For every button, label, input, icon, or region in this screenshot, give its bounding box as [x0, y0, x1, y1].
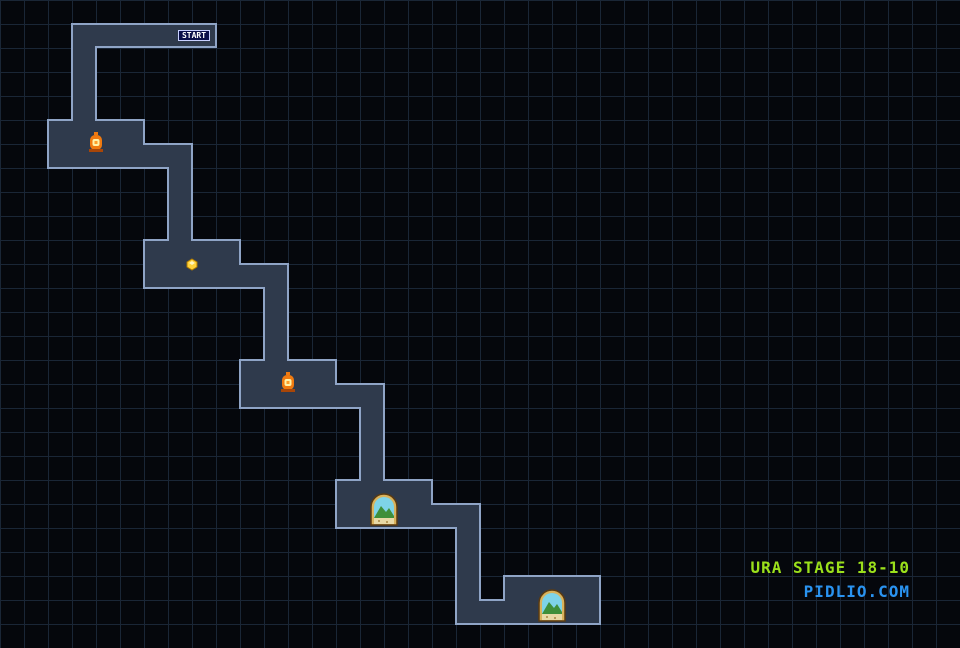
dungeon-map: [47, 23, 601, 625]
game-map-screen: START URA STAGE 18-10 PIDLIO.COM: [0, 0, 960, 648]
site-watermark: PIDLIO.COM: [803, 582, 910, 601]
stage-title: URA STAGE 18-10: [750, 558, 910, 577]
start-marker: START: [178, 30, 210, 41]
arched-door-icon[interactable]: [370, 493, 398, 526]
dungeon-corridor: [47, 23, 601, 625]
gem-icon[interactable]: [186, 258, 198, 271]
arched-door-icon[interactable]: [538, 589, 566, 622]
